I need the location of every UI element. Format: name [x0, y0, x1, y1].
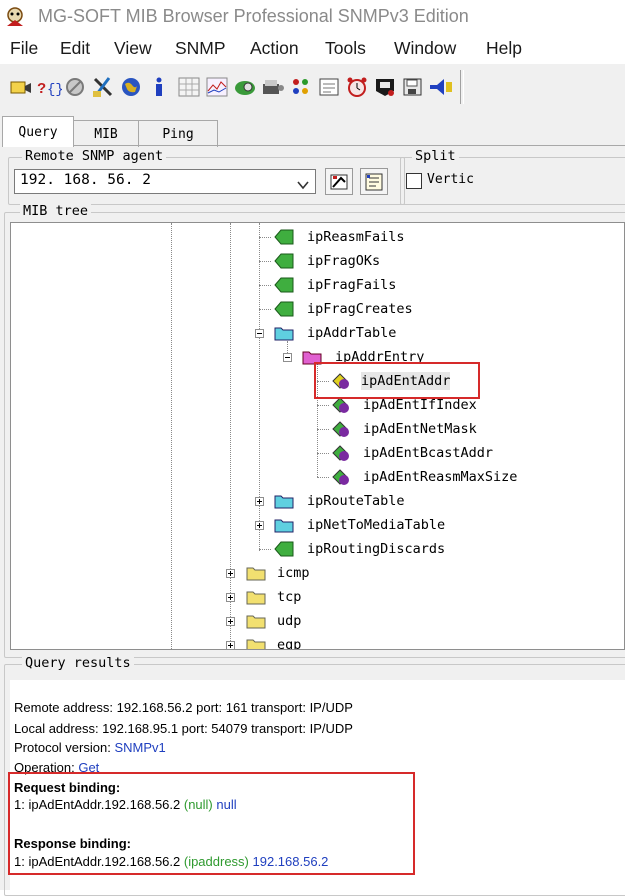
- tree-node-udp[interactable]: udp: [277, 612, 301, 630]
- tree-guide-line: [230, 223, 231, 649]
- table-folder-icon: [274, 495, 294, 509]
- highlight-box: [8, 772, 415, 875]
- expand-toggle[interactable]: [226, 617, 235, 626]
- expand-toggle[interactable]: [226, 569, 235, 578]
- tree-node-ipadentnetmask[interactable]: ipAdEntNetMask: [363, 420, 477, 438]
- expand-toggle[interactable]: [226, 593, 235, 602]
- query-help-icon[interactable]: ?{}: [36, 72, 62, 102]
- chevron-down-icon[interactable]: [296, 176, 310, 190]
- folder-icon: [246, 639, 266, 649]
- tree-node-egp[interactable]: egp: [277, 636, 301, 649]
- table-icon[interactable]: [176, 72, 202, 102]
- tree-node-ipadentreasmmaxsize[interactable]: ipAdEntReasmMaxSize: [363, 468, 517, 486]
- tree-node-ipreasmfails[interactable]: ipReasmFails: [307, 228, 405, 246]
- leaf-scalar-icon: [274, 541, 294, 557]
- contact-icon[interactable]: [8, 72, 34, 102]
- leaf-scalar-icon: [274, 301, 294, 317]
- agent-list-button[interactable]: [360, 168, 388, 195]
- folder-icon: [246, 591, 266, 605]
- folder-icon: [246, 567, 266, 581]
- tree-node-ipfragfails[interactable]: ipFragFails: [307, 276, 396, 294]
- column-leaf-icon: [332, 469, 349, 485]
- expand-toggle[interactable]: [255, 497, 264, 506]
- tree-node-iproutetable[interactable]: ipRouteTable: [307, 492, 405, 510]
- svg-text:?: ?: [37, 80, 46, 97]
- highlight-box: [314, 362, 480, 399]
- leaf-scalar-icon: [274, 277, 294, 293]
- save-icon[interactable]: [400, 72, 426, 102]
- tree-node-ipaddrtable[interactable]: ipAddrTable: [307, 324, 396, 342]
- remote-address-line: Remote address: 192.168.56.2 port: 161 t…: [14, 700, 353, 715]
- collapse-toggle[interactable]: [283, 353, 292, 362]
- tab-query[interactable]: Query: [2, 116, 74, 147]
- remote-agent-value: 192. 168. 56. 2: [20, 172, 151, 188]
- query-results-label: Query results: [22, 655, 134, 671]
- agent-properties-button[interactable]: [325, 168, 353, 195]
- tree-node-ipfragcreates[interactable]: ipFragCreates: [307, 300, 413, 318]
- trap-ringer-icon[interactable]: [428, 72, 454, 102]
- window-title: MG-SOFT MIB Browser Professional SNMPv3 …: [38, 6, 469, 26]
- scan-icon[interactable]: [372, 72, 398, 102]
- tree-node-ipfragoks[interactable]: ipFragOKs: [307, 252, 380, 270]
- dots-icon[interactable]: [288, 72, 314, 102]
- graph-icon[interactable]: [204, 72, 230, 102]
- tab-divider: [2, 145, 625, 146]
- collapse-toggle[interactable]: [255, 329, 264, 338]
- discovery-icon[interactable]: [232, 72, 258, 102]
- trap-icon[interactable]: [260, 72, 286, 102]
- tab-ping[interactable]: Ping: [138, 120, 218, 147]
- split-vertical-label: Vertic: [427, 172, 474, 187]
- tree-node-icmp[interactable]: icmp: [277, 564, 310, 582]
- expand-toggle[interactable]: [255, 521, 264, 530]
- toolbar-separator: [460, 70, 464, 104]
- menu-file[interactable]: File: [10, 38, 38, 59]
- stop-icon[interactable]: [62, 72, 88, 102]
- info-icon[interactable]: [146, 72, 172, 102]
- menu-action[interactable]: Action: [250, 38, 299, 59]
- leaf-scalar-icon: [274, 253, 294, 269]
- table-folder-icon: [274, 327, 294, 341]
- menu-bar: [0, 34, 625, 64]
- compile-icon[interactable]: [316, 72, 342, 102]
- tools-icon[interactable]: [90, 72, 116, 102]
- tree-node-ipnettomediatable[interactable]: ipNetToMediaTable: [307, 516, 445, 534]
- clock-icon[interactable]: [344, 72, 370, 102]
- expand-toggle[interactable]: [226, 641, 235, 649]
- remote-agent-label: Remote SNMP agent: [22, 148, 167, 164]
- app-logo-icon: [4, 6, 26, 28]
- menu-view[interactable]: View: [114, 38, 152, 59]
- globe-icon[interactable]: [118, 72, 144, 102]
- tree-node-iproutingdiscards[interactable]: ipRoutingDiscards: [307, 540, 445, 558]
- leaf-scalar-icon: [274, 229, 294, 245]
- column-leaf-icon: [332, 421, 349, 437]
- protocol-line: Protocol version: SNMPv1: [14, 740, 166, 755]
- local-address-line: Local address: 192.168.95.1 port: 54079 …: [14, 721, 353, 736]
- mib-tree[interactable]: ipReasmFails ipFragOKs ipFragFails ipFra…: [10, 222, 625, 650]
- menu-edit[interactable]: Edit: [60, 38, 90, 59]
- tree-guide-line: [171, 223, 172, 649]
- menu-snmp[interactable]: SNMP: [175, 38, 226, 59]
- column-leaf-icon: [332, 445, 349, 461]
- split-vertical-checkbox[interactable]: [406, 173, 422, 189]
- tree-node-ipadentbcastaddr[interactable]: ipAdEntBcastAddr: [363, 444, 493, 462]
- mib-tree-label: MIB tree: [20, 203, 92, 219]
- tree-node-tcp[interactable]: tcp: [277, 588, 301, 606]
- menu-window[interactable]: Window: [394, 38, 456, 59]
- menu-help[interactable]: Help: [486, 38, 522, 59]
- svg-text:{}: {}: [47, 82, 62, 98]
- split-label: Split: [412, 148, 459, 164]
- menu-tools[interactable]: Tools: [325, 38, 366, 59]
- tab-mib[interactable]: MIB: [72, 120, 140, 147]
- table-folder-icon: [274, 519, 294, 533]
- folder-icon: [246, 615, 266, 629]
